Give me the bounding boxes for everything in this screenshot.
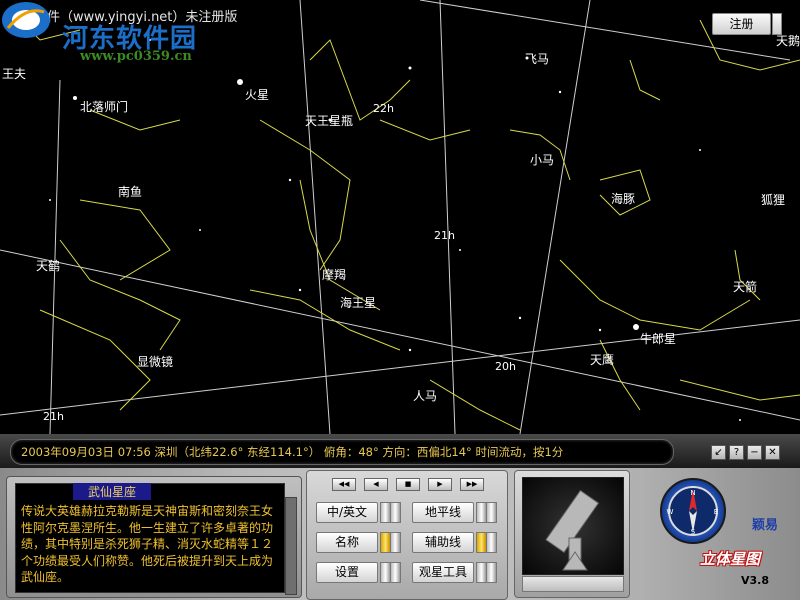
- register-side-button[interactable]: [772, 13, 782, 35]
- minimize-button[interactable]: −: [747, 445, 762, 460]
- compass-s: S: [691, 528, 696, 536]
- forward-fast-button[interactable]: ▶▶: [460, 478, 484, 491]
- lang-toggle-2[interactable]: [390, 502, 401, 523]
- horizon-button[interactable]: 地平线: [412, 502, 474, 523]
- compass-n: N: [690, 489, 695, 497]
- brand-product: 立体星图: [700, 550, 761, 568]
- compass-e: E: [714, 508, 718, 516]
- tools-button[interactable]: 观星工具: [412, 562, 474, 583]
- settings-toggle-2[interactable]: [390, 562, 401, 583]
- watermark-url: www.pc0359.cn: [80, 49, 192, 64]
- status-time: 07:56: [117, 445, 151, 459]
- label-huli: 狐狸: [761, 193, 786, 207]
- horizon-toggle-2[interactable]: [486, 502, 497, 523]
- label-xiaoma: 小马: [530, 153, 555, 167]
- label-mojie: 摩羯: [322, 268, 347, 282]
- name-button[interactable]: 名称: [316, 532, 378, 553]
- help-button[interactable]: ?: [729, 445, 744, 460]
- telescope-base: [522, 576, 624, 592]
- label-tianjian: 天箭: [733, 280, 758, 294]
- sky-map[interactable]: 颖易软件（www.yingyi.net）未注册版 河东软件园 www.pc035…: [0, 0, 800, 434]
- register-button[interactable]: 注册: [712, 13, 771, 35]
- brand-company: 颖易: [752, 518, 779, 533]
- label-beiluoshimen: 北落师门: [80, 100, 129, 114]
- restore-button[interactable]: ↙: [711, 445, 726, 460]
- info-text: 传说大英雄赫拉克勒斯是天神宙斯和密刻奈王女性阿尔克墨涅所生。他一生建立了许多卓著…: [21, 504, 274, 584]
- rewind-button[interactable]: ◀: [364, 478, 388, 491]
- info-title-bar: 武仙星座: [15, 483, 285, 500]
- aux-line-toggle-2[interactable]: [486, 532, 497, 553]
- label-xianweijing: 显微镜: [137, 355, 174, 369]
- label-tianhe: 天鹤: [36, 259, 61, 273]
- label-hour-22: 22h: [373, 102, 394, 115]
- label-hour-21-bottom: 21h: [43, 410, 64, 423]
- tools-toggle-2[interactable]: [486, 562, 497, 583]
- stop-button[interactable]: ■: [396, 478, 420, 491]
- label-feima: 飞马: [525, 52, 550, 66]
- status-date: 2003年09月03日: [21, 445, 115, 459]
- label-huoxing: 火星: [245, 88, 270, 102]
- telescope-icon: [545, 489, 600, 571]
- info-scrollbar[interactable]: [285, 497, 297, 595]
- label-wangfu: 王夫: [2, 67, 27, 81]
- label-tianwangxing: 天王星瓶: [305, 114, 354, 128]
- compass-w: W: [667, 508, 674, 516]
- status-flow: 时间流动，按1分: [475, 445, 564, 459]
- label-nanyu: 南鱼: [118, 185, 143, 199]
- constellation-lines: [0, 0, 800, 434]
- label-hour-20: 20h: [495, 360, 516, 373]
- watermark-logo: [2, 2, 50, 38]
- compass-icon: N S E W: [667, 486, 718, 536]
- status-location: 深圳（北纬22.6° 东经114.1°）: [154, 445, 321, 459]
- telescope-panel[interactable]: [514, 470, 630, 598]
- lang-button[interactable]: 中/英文: [316, 502, 378, 523]
- status-line: 2003年09月03日 07:56 深圳（北纬22.6° 东经114.1°） 俯…: [21, 444, 563, 460]
- forward-button[interactable]: ▶: [428, 478, 452, 491]
- info-panel: 武仙星座 传说大英雄赫拉克勒斯是天神宙斯和密刻奈王女性阿尔克墨涅所生。他一生建立…: [6, 476, 302, 598]
- settings-button[interactable]: 设置: [316, 562, 378, 583]
- close-button[interactable]: ✕: [765, 445, 780, 460]
- label-tianying: 天鹰: [590, 353, 615, 367]
- label-haiwangxing: 海王星: [340, 296, 377, 310]
- label-hour-21: 21h: [434, 229, 455, 242]
- status-bar: 2003年09月03日 07:56 深圳（北纬22.6° 东经114.1°） 俯…: [0, 434, 800, 468]
- aux-line-button[interactable]: 辅助线: [412, 532, 474, 553]
- label-haitun: 海豚: [611, 192, 636, 206]
- label-tianxun: 天鹅: [776, 34, 800, 48]
- status-altitude: 俯角：48°: [323, 445, 379, 459]
- label-niulangxing: 牛郎星: [640, 332, 677, 346]
- info-title: 武仙星座: [73, 483, 151, 500]
- label-renma: 人马: [413, 389, 438, 403]
- name-toggle-2[interactable]: [390, 532, 401, 553]
- compass-dial[interactable]: N S E W: [660, 478, 726, 544]
- telescope-view: [522, 477, 624, 575]
- status-direction: 方向：西偏北14°: [382, 445, 472, 459]
- brand-version: V3.8: [741, 574, 769, 587]
- status-display: 2003年09月03日 07:56 深圳（北纬22.6° 东经114.1°） 俯…: [10, 439, 674, 465]
- rewind-fast-button[interactable]: ◀◀: [332, 478, 356, 491]
